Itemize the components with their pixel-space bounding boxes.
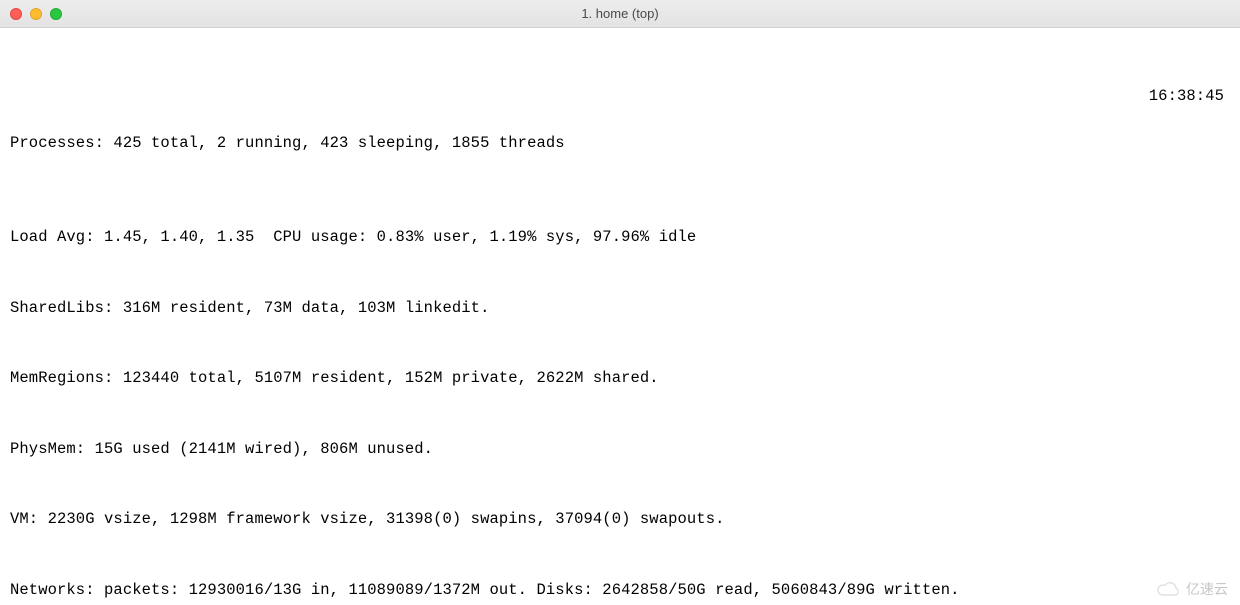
window-title: 1. home (top) (0, 6, 1240, 21)
minimize-icon[interactable] (30, 8, 42, 20)
networks-line: Networks: packets: 12930016/13G in, 1108… (10, 579, 1230, 603)
watermark: 亿速云 (1156, 579, 1228, 599)
terminal-content[interactable]: Processes: 425 total, 2 running, 423 sle… (0, 28, 1240, 605)
window-titlebar: 1. home (top) (0, 0, 1240, 28)
zoom-icon[interactable] (50, 8, 62, 20)
processes-line: Processes: 425 total, 2 running, 423 sle… (10, 132, 1230, 156)
traffic-lights (10, 8, 62, 20)
sharedlibs-line: SharedLibs: 316M resident, 73M data, 103… (10, 297, 1230, 321)
vm-line: VM: 2230G vsize, 1298M framework vsize, … (10, 508, 1230, 532)
load-cpu-line: Load Avg: 1.45, 1.40, 1.35 CPU usage: 0.… (10, 226, 1230, 250)
physmem-line: PhysMem: 15G used (2141M wired), 806M un… (10, 438, 1230, 462)
close-icon[interactable] (10, 8, 22, 20)
clock: 16:38:45 (1149, 85, 1224, 109)
memregions-line: MemRegions: 123440 total, 5107M resident… (10, 367, 1230, 391)
watermark-text: 亿速云 (1186, 579, 1228, 599)
cloud-icon (1156, 581, 1182, 597)
